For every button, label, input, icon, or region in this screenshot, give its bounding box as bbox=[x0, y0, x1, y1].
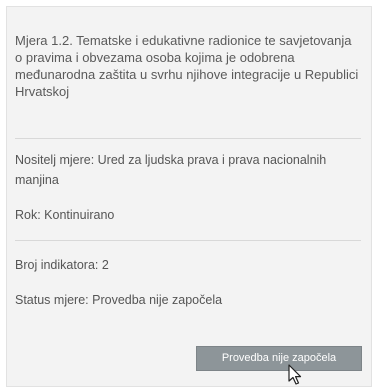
measure-deadline: Rok: Kontinuirano bbox=[15, 208, 115, 222]
measure-holder: Nositelj mjere: Ured za ljudska prava i … bbox=[15, 153, 327, 187]
divider bbox=[15, 138, 361, 139]
divider bbox=[15, 240, 361, 241]
mouse-pointer-icon bbox=[288, 364, 302, 385]
measure-title: Mjera 1.2. Tematske i edukativne radioni… bbox=[15, 33, 359, 99]
indicator-count: Broj indikatora: 2 bbox=[15, 258, 109, 272]
status-button[interactable]: Provedba nije započela bbox=[196, 346, 362, 371]
measure-status: Status mjere: Provedba nije započela bbox=[15, 293, 223, 307]
